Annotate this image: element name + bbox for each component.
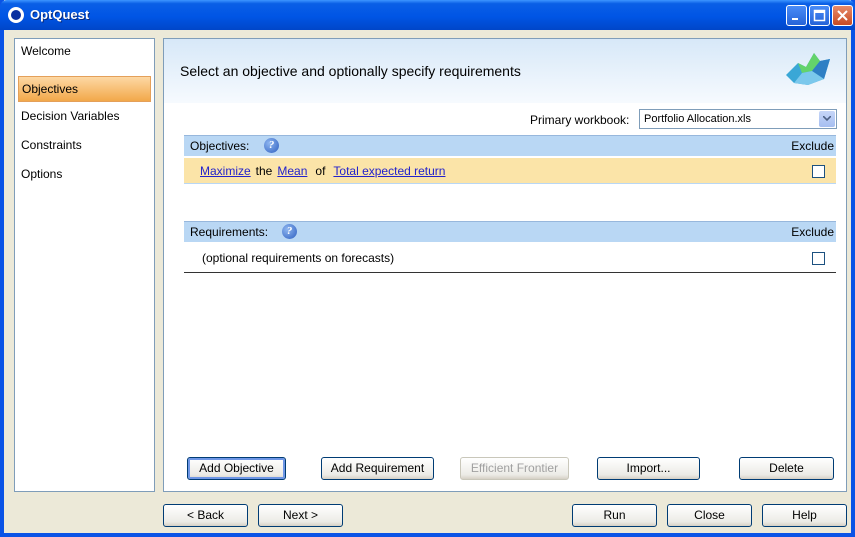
objective-row: Maximize the Mean of Total expected return	[184, 158, 836, 184]
add-objective-button[interactable]: Add Objective	[187, 457, 286, 480]
maximize-icon	[813, 9, 826, 22]
requirements-exclude-label: Exclude	[791, 225, 834, 239]
optquest-window: OptQuest Welcome Objectives Decision Var…	[0, 0, 855, 537]
objective-expression: Maximize the Mean of Total expected return	[200, 164, 445, 178]
chevron-down-icon	[823, 116, 831, 122]
sidebar-item-options[interactable]: Options	[15, 160, 154, 189]
objectives-panel: Select an objective and optionally speci…	[163, 38, 847, 492]
dropdown-arrow-button[interactable]	[819, 111, 835, 127]
minimize-button[interactable]	[786, 5, 807, 26]
optquest-app-icon	[8, 7, 24, 23]
run-button[interactable]: Run	[572, 504, 657, 527]
delete-button[interactable]: Delete	[739, 457, 834, 480]
close-icon	[837, 10, 848, 21]
objective-exclude-checkbox[interactable]	[812, 165, 825, 178]
page-title: Select an objective and optionally speci…	[180, 63, 521, 79]
objective-the-text: the	[255, 164, 273, 178]
efficient-frontier-button[interactable]: Efficient Frontier	[460, 457, 569, 480]
primary-workbook-label: Primary workbook:	[530, 113, 630, 127]
primary-workbook-value: Portfolio Allocation.xls	[644, 113, 751, 125]
sidebar-item-objectives[interactable]: Objectives	[18, 76, 151, 102]
help-icon[interactable]: ?	[264, 138, 279, 153]
objective-forecast-link[interactable]: Total expected return	[333, 164, 445, 178]
objective-direction-link[interactable]: Maximize	[200, 164, 251, 178]
primary-workbook-dropdown[interactable]: Portfolio Allocation.xls	[639, 109, 837, 129]
requirement-exclude-checkbox[interactable]	[812, 252, 825, 265]
sidebar-item-welcome[interactable]: Welcome	[15, 39, 154, 76]
sidebar-item-constraints[interactable]: Constraints	[15, 131, 154, 160]
help-button[interactable]: Help	[762, 504, 847, 527]
window-title: OptQuest	[30, 7, 90, 22]
requirements-header: Requirements: ? Exclude	[184, 221, 836, 242]
objectives-label: Objectives:	[190, 139, 250, 153]
import-button[interactable]: Import...	[597, 457, 700, 480]
title-bar[interactable]: OptQuest	[0, 0, 855, 30]
requirement-placeholder-text: (optional requirements on forecasts)	[202, 251, 395, 265]
next-button[interactable]: Next >	[258, 504, 343, 527]
back-button[interactable]: < Back	[163, 504, 248, 527]
objective-of-text: of	[315, 164, 326, 178]
requirements-label: Requirements:	[190, 225, 269, 239]
objectives-exclude-label: Exclude	[791, 139, 834, 153]
objective-statistic-link[interactable]: Mean	[277, 164, 307, 178]
objectives-header: Objectives: ? Exclude	[184, 135, 836, 156]
maximize-button[interactable]	[809, 5, 830, 26]
panel-header: Select an objective and optionally speci…	[164, 39, 846, 103]
minimize-icon	[792, 18, 798, 20]
add-requirement-button[interactable]: Add Requirement	[321, 457, 434, 480]
sidebar-item-decision-variables[interactable]: Decision Variables	[15, 102, 154, 131]
navigation-sidebar: Welcome Objectives Decision Variables Co…	[14, 38, 155, 492]
close-window-button[interactable]	[832, 5, 853, 26]
close-button[interactable]: Close	[667, 504, 752, 527]
help-icon[interactable]: ?	[282, 224, 297, 239]
surface-plot-logo-icon	[786, 53, 830, 85]
requirement-row: (optional requirements on forecasts)	[184, 243, 836, 273]
